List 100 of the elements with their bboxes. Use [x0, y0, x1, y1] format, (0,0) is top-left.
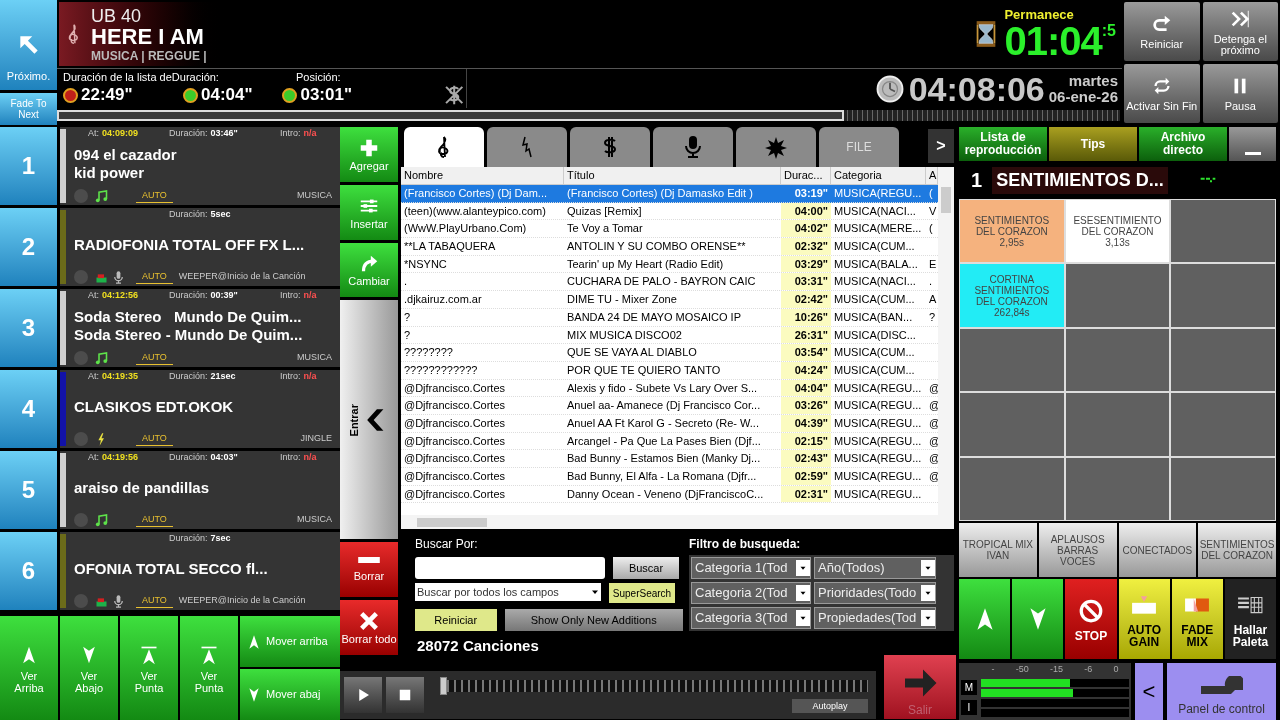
- table-row[interactable]: (WwW.PlayUrbano.Com) Te Voy a Tomar 04:02" MUSICA(MERE... (: [401, 220, 938, 239]
- filter-select[interactable]: Prioridades(Todo: [814, 582, 936, 604]
- enter-button[interactable]: Entrar: [340, 300, 398, 540]
- minimize-button[interactable]: [1229, 127, 1276, 161]
- vertical-scrollbar[interactable]: [938, 167, 954, 515]
- playlist-item[interactable]: At: 04:09:09 Duración: 03:46" Intro: n/a 094 el cazador kid power AUTO MUSICA: [60, 127, 340, 205]
- quick-button[interactable]: SENTIMIENTOS DEL CORAZON: [1198, 523, 1276, 577]
- control-button[interactable]: Reiniciar: [1124, 2, 1200, 61]
- play-button[interactable]: [344, 677, 382, 713]
- cart-button[interactable]: CORTINA SENTIMIENTOS DEL CORAZON 262,84s: [960, 264, 1064, 327]
- action-button[interactable]: [1012, 579, 1064, 659]
- cart-button[interactable]: [1065, 328, 1170, 392]
- new-additions-button[interactable]: Show Only New Additions: [504, 609, 683, 631]
- table-cell-text: MUSICA(MERE...: [833, 221, 923, 237]
- microphone-icon: [111, 269, 126, 285]
- intro-value: n/a: [303, 370, 317, 383]
- filter-select[interactable]: Categoria 1(Tod: [691, 557, 811, 579]
- cart-button[interactable]: ESESENTIMIENTO DEL CORAZON 3,13s: [1065, 200, 1170, 263]
- table-cell-text: @Djfrancisco.Cortes: [403, 398, 507, 414]
- table-cell-text: Alexis y fido - Subete Vs Lary Over S...: [566, 380, 759, 396]
- control-button[interactable]: Activar Sin Fin: [1124, 64, 1200, 123]
- stop-button[interactable]: [386, 677, 424, 713]
- seek-thumb[interactable]: [440, 677, 447, 695]
- action-button[interactable]: AUTO GAIN: [1118, 579, 1170, 659]
- cart-title: SENTIMIENTOS D...: [992, 166, 1168, 194]
- table-cell-text: @Djfrancisco.Cortes: [403, 415, 507, 431]
- search-button[interactable]: Buscar: [613, 557, 679, 579]
- action-button[interactable]: STOP: [1065, 579, 1117, 659]
- column-header[interactable]: Título: [564, 167, 781, 184]
- control-panel-button[interactable]: Panel de control: [1167, 663, 1276, 720]
- remaining-label: Permanece: [1004, 7, 1075, 21]
- table-row[interactable]: (teen)(www.alanteypico.com) Quizas [Remix] 04:00" MUSICA(NACI... V: [401, 202, 938, 221]
- category-label: MUSICA: [297, 351, 332, 365]
- search-field-select[interactable]: Buscar por todos los campos: [415, 583, 601, 601]
- filter-select[interactable]: Año(Todos): [814, 557, 936, 579]
- library-tab[interactable]: [570, 127, 650, 167]
- table-row[interactable]: *NSYNC Tearin' up My Heart (Radio Edit) 03:29" MUSICA(BALA... E: [401, 255, 938, 274]
- intro-label: Intro:: [280, 127, 301, 140]
- search-field[interactable]: [415, 557, 605, 579]
- intro-value: n/a: [303, 289, 317, 302]
- side-button[interactable]: Borrar todo: [340, 600, 398, 655]
- table-row[interactable]: ???????? QUE SE VAYA AL DIABLO 03:54" MUSICA(CUM...: [401, 344, 938, 362]
- column-header[interactable]: Nombre: [401, 167, 564, 184]
- cart-button[interactable]: [960, 328, 1064, 392]
- playlist-item[interactable]: At: 04:19:56 Duración: 04:03" Intro: n/a araiso de pandillas AUTO MUSICA: [60, 451, 340, 529]
- right-tab[interactable]: Lista de reproducción: [959, 127, 1047, 161]
- quick-button[interactable]: CONECTADOS: [1118, 523, 1197, 577]
- table-row[interactable]: (Francisco Cortes) (Dj Dam... (Francisco Cortes) (Dj Damasko Edit ) 03:19" MUSICA(REGU... (: [401, 185, 938, 203]
- table-cell: 03:26": [781, 397, 831, 414]
- filter-select[interactable]: Propiedades(Tod: [814, 607, 936, 629]
- microphone-icon: [111, 593, 126, 609]
- library-tab[interactable]: [736, 127, 816, 167]
- quick-button[interactable]: TROPICAL MIX IVAN: [959, 523, 1037, 577]
- control-button[interactable]: Detenga el próximo: [1202, 2, 1278, 61]
- playlist-item[interactable]: At: 04:19:35 Duración: 21sec Intro: n/a CLASIKOS EDT.OKOK AUTO JINGLE: [60, 370, 340, 448]
- table-cell-text: Quizas [Remix]: [566, 203, 643, 219]
- filter-select[interactable]: Categoria 3(Tod: [691, 607, 811, 629]
- horizontal-scrollbar[interactable]: [401, 515, 954, 529]
- scroll-thumb[interactable]: [417, 517, 487, 527]
- scroll-thumb[interactable]: [941, 187, 951, 213]
- action-button[interactable]: Hallar Paleta: [1224, 579, 1277, 659]
- table-row[interactable]: ? BANDA 24 DE MAYO MOSAICO IP 10:26" MUSICA(BAN... ?: [401, 308, 938, 327]
- supersearch-button[interactable]: SuperSearch: [609, 583, 675, 603]
- reset-button[interactable]: Reiniciar: [415, 609, 497, 631]
- table-row[interactable]: .djkairuz.com.ar DIME TU - Mixer Zone 02:42" MUSICA(CUM... A: [401, 291, 938, 309]
- table-cell-text: MUSICA(REGU...: [833, 398, 923, 414]
- filter-select[interactable]: Categoria 2(Tod: [691, 582, 811, 604]
- playlist-item[interactable]: Duración: 7sec OFONIA TOTAL SECCO fl... AUTO WEEPER@Inicio de la Canción: [60, 532, 340, 610]
- column-header[interactable]: Durac...: [781, 167, 831, 184]
- autoplay-button[interactable]: Autoplay: [792, 699, 868, 713]
- side-button[interactable]: Borrar: [340, 542, 398, 598]
- table-cell-text: @Djfrancisco.Cortes: [403, 451, 507, 467]
- table-cell-text: MUSICA(REGU...: [833, 415, 923, 431]
- back-button[interactable]: <: [1135, 663, 1163, 720]
- table-row[interactable]: ???????????? POR QUE TE QUIERO TANTO 04:24" MUSICA(CUM...: [401, 361, 938, 380]
- auto-badge: AUTO: [136, 350, 173, 366]
- cart-button[interactable]: [1065, 457, 1170, 520]
- table-cell-text: (Francisco Cortes) (Dj Damasko Edit ): [566, 186, 754, 201]
- next-button[interactable]: Próximo.: [0, 0, 57, 90]
- right-tab[interactable]: Tips: [1049, 127, 1137, 161]
- table-cell-text: V: [928, 203, 938, 219]
- control-button[interactable]: Pausa: [1202, 64, 1278, 123]
- playlist-item[interactable]: Duración: 5sec RADIOFONIA TOTAL OFF FX L... AUTO WEEPER@Inicio de la Canción: [60, 208, 340, 286]
- table-cell-text: A: [928, 292, 938, 308]
- cart-button[interactable]: [1171, 328, 1275, 392]
- table-row[interactable]: @Djfrancisco.Cortes Danny Ocean - Veneno (DjFranciscoC... 02:31" MUSICA(REGU...: [401, 485, 938, 504]
- table-row[interactable]: . CUCHARA DE PALO - BAYRON CAIC 03:31" MUSICA(NACI... .: [401, 273, 938, 292]
- quick-button[interactable]: APLAUSOS BARRAS VOCES: [1038, 523, 1117, 577]
- action-button[interactable]: [959, 579, 1011, 659]
- action-button[interactable]: FADE MIX: [1171, 579, 1223, 659]
- meter-scale-label: -15: [1050, 663, 1063, 676]
- column-header[interactable]: Categoria: [831, 167, 926, 184]
- library-tab[interactable]: [653, 127, 733, 167]
- library-tab[interactable]: [404, 127, 484, 167]
- table-row[interactable]: ? MIX MUSICA DISCO02 26:31" MUSICA(DISC...: [401, 326, 938, 345]
- table-row[interactable]: **LA TABAQUERA ANTOLIN Y SU COMBO ORENSE** 02:32" MUSICA(CUM...: [401, 238, 938, 256]
- cart-button[interactable]: SENTIMIENTOS DEL CORAZON 2,95s: [960, 200, 1064, 263]
- more-button[interactable]: >: [928, 129, 954, 163]
- right-tab[interactable]: Archivo directo: [1139, 127, 1227, 161]
- playlist-item[interactable]: At: 04:12:56 Duración: 00:39" Intro: n/a Soda Stereo Mundo De Quim... Soda Stereo - Mundo De Quim... AUTO MUSICA: [60, 289, 340, 367]
